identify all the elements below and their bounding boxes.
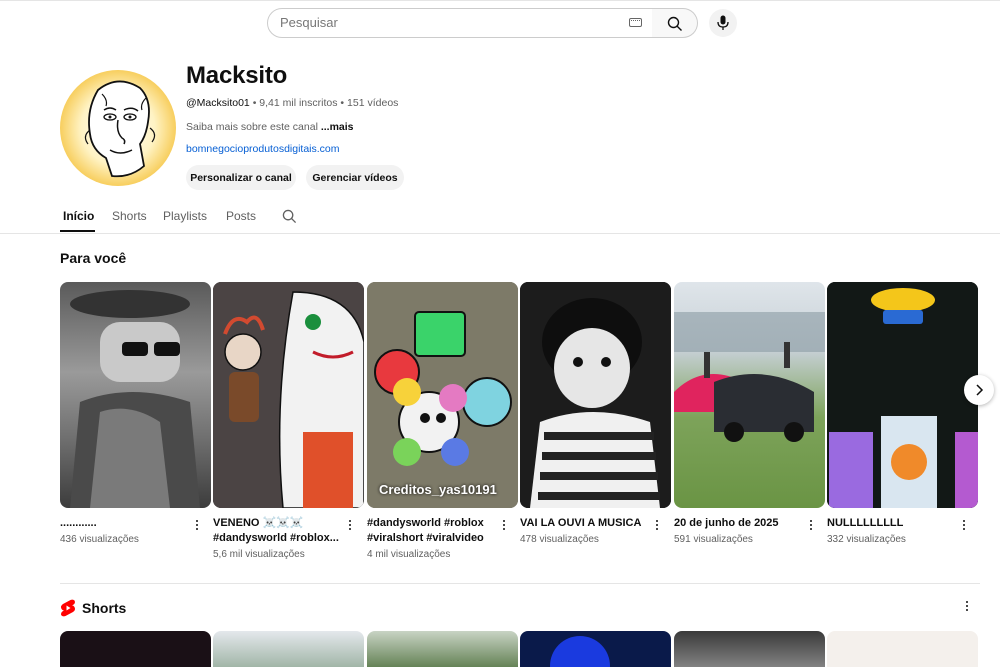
channel-handle: @Macksito01 [186, 97, 250, 109]
channel-name: Macksito [186, 62, 288, 89]
video-thumbnail[interactable] [827, 282, 978, 508]
short-thumbnail[interactable] [60, 631, 211, 667]
video-title[interactable]: 20 de junho de 2025 [674, 516, 802, 531]
search-button[interactable] [652, 8, 698, 38]
video-title[interactable]: #dandysworld #roblox #viralshort #viralv… [367, 516, 495, 546]
more-vert-icon[interactable] [650, 519, 664, 533]
thumbnail-image [674, 312, 825, 442]
thumbnail-image [70, 290, 200, 508]
more-vert-icon[interactable] [957, 519, 971, 533]
tabs-divider [0, 233, 1000, 234]
search-box [267, 8, 653, 38]
short-thumbnail[interactable] [520, 631, 671, 667]
video-views: 5,6 mil visualizações [213, 549, 305, 560]
video-count: 151 vídeos [347, 97, 399, 109]
channel-external-link[interactable]: bomnegocioprodutosdigitais.com [186, 143, 340, 155]
video-thumbnail[interactable] [213, 282, 364, 508]
video-title[interactable]: ............ [60, 516, 188, 531]
video-views: 478 visualizações [520, 534, 599, 545]
thumbnail-image [213, 282, 364, 508]
video-thumbnail[interactable] [60, 282, 211, 508]
meta-separator: • [252, 97, 257, 109]
short-thumbnail[interactable] [367, 631, 518, 667]
active-tab-indicator [60, 230, 95, 232]
search-channel-icon[interactable] [282, 209, 297, 224]
video-views: 332 visualizações [827, 534, 906, 545]
search-icon [667, 16, 682, 31]
description-text: Saiba mais sobre este canal [186, 121, 318, 133]
section-divider [60, 583, 980, 584]
tab-shorts[interactable]: Shorts [112, 209, 147, 223]
more-vert-icon[interactable] [804, 519, 818, 533]
channel-avatar[interactable] [60, 70, 176, 186]
short-thumbnail[interactable] [674, 631, 825, 667]
video-views: 436 visualizações [60, 534, 139, 545]
more-link[interactable]: ...mais [321, 121, 354, 133]
carousel-next-button[interactable] [964, 375, 994, 405]
search-input[interactable] [280, 15, 620, 30]
video-title[interactable]: NULLLLLLLLL [827, 516, 955, 531]
mic-icon [717, 15, 729, 30]
shorts-logo-icon [61, 599, 75, 617]
thumbnail-image [367, 282, 518, 508]
shorts-header: Shorts [60, 598, 126, 618]
video-thumbnail[interactable] [674, 282, 825, 508]
short-thumbnail[interactable] [213, 631, 364, 667]
tab-playlists[interactable]: Playlists [163, 209, 207, 223]
voice-search-button[interactable] [709, 9, 737, 37]
keyboard-icon[interactable] [629, 18, 642, 27]
tab-posts[interactable]: Posts [226, 209, 256, 223]
video-views: 591 visualizações [674, 534, 753, 545]
avatar-drawing [84, 80, 156, 178]
thumbnail-image [520, 282, 671, 508]
video-thumbnail[interactable]: Creditos_yas10191 [367, 282, 518, 508]
thumbnail-image [827, 282, 978, 508]
video-title[interactable]: VAI LA OUVI A MUSICA [520, 516, 648, 531]
short-thumbnail[interactable] [827, 631, 978, 667]
subscriber-count: 9,41 mil inscritos [259, 97, 338, 109]
meta-separator: • [340, 97, 345, 109]
thumbnail-overlay-text: Creditos_yas10191 [379, 482, 497, 497]
shorts-title: Shorts [82, 600, 127, 616]
top-bar [0, 0, 1000, 42]
video-thumbnail[interactable] [520, 282, 671, 508]
short-thumbnail-shape [550, 636, 610, 667]
customize-channel-button[interactable]: Personalizar o canal [186, 165, 296, 190]
manage-videos-button[interactable]: Gerenciar vídeos [306, 165, 404, 190]
more-vert-icon[interactable] [190, 519, 204, 533]
more-vert-icon[interactable] [960, 600, 974, 614]
tab-inicio[interactable]: Início [63, 209, 94, 223]
channel-meta: @Macksito01 • 9,41 mil inscritos • 151 v… [186, 97, 398, 109]
video-title[interactable]: VENENO ☠️☠️☠️ #dandysworld #roblox... [213, 516, 341, 546]
more-vert-icon[interactable] [497, 519, 511, 533]
more-vert-icon[interactable] [343, 519, 357, 533]
for-you-title: Para você [60, 250, 127, 266]
video-views: 4 mil visualizações [367, 549, 451, 560]
channel-description[interactable]: Saiba mais sobre este canal ...mais [186, 121, 354, 133]
chevron-right-icon [976, 384, 984, 396]
